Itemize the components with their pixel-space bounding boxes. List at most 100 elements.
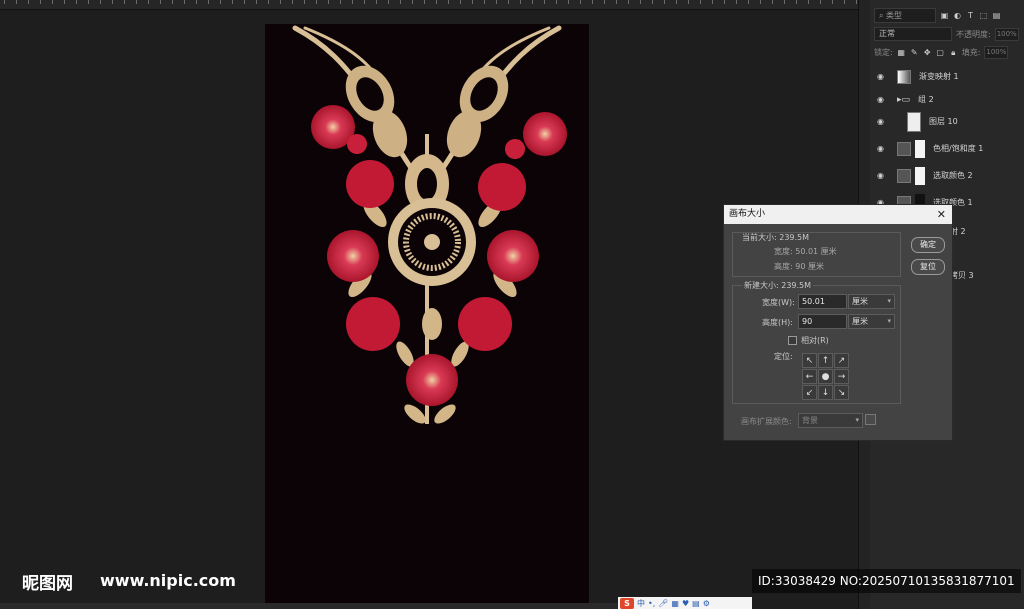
status-bar — [0, 603, 620, 609]
chevron-down-icon: ▾ — [887, 297, 891, 305]
keyboard-icon[interactable]: ▦ — [671, 599, 679, 608]
ext-color-value: 背景 — [802, 416, 818, 425]
ruler-tick — [844, 0, 845, 4]
punctuation-icon[interactable]: •, — [648, 599, 655, 608]
anchor-top-left[interactable]: ↖ — [802, 353, 817, 368]
height-unit-select[interactable]: 厘米 ▾ — [848, 314, 895, 329]
layer-name: 拷贝 3 — [950, 271, 974, 280]
anchor-bottom-right[interactable]: ↘ — [834, 385, 849, 400]
ruler-tick — [496, 0, 497, 4]
lock-all-icon[interactable]: 🔒︎ — [949, 48, 958, 57]
ruler-tick — [772, 0, 773, 4]
width-input[interactable]: 50.01 — [798, 294, 847, 309]
skin-icon[interactable]: ♥ — [682, 599, 689, 608]
ruler-tick — [4, 0, 5, 4]
ruler-tick — [64, 0, 65, 4]
height-unit: 厘米 — [852, 317, 868, 326]
anchor-left[interactable]: ← — [802, 369, 817, 384]
document-canvas[interactable] — [265, 24, 589, 609]
ok-button[interactable]: 确定 — [911, 237, 945, 253]
eye-icon[interactable]: ◉ — [877, 171, 887, 180]
layer-row[interactable]: ◉ 色相/饱和度 1 — [870, 135, 1024, 162]
anchor-bottom-left[interactable]: ↙ — [802, 385, 817, 400]
dialog-title: 画布大小 — [729, 209, 766, 219]
ruler-tick — [580, 0, 581, 4]
search-icon: ⌕ — [879, 10, 884, 20]
layer-filter-select[interactable]: ⌕ 类型 — [874, 7, 936, 23]
ruler-tick — [412, 0, 413, 4]
settings-icon[interactable]: ⚙ — [703, 599, 710, 608]
close-icon[interactable]: ✕ — [937, 205, 946, 224]
eye-icon[interactable]: ◉ — [877, 117, 887, 126]
dialog-titlebar: 画布大小 ✕ — [724, 205, 952, 224]
opacity-field[interactable]: 100% — [994, 27, 1019, 41]
smart-object-filter-icon[interactable]: ▤ — [992, 11, 1001, 20]
ruler-tick — [424, 0, 425, 4]
ruler-tick — [364, 0, 365, 4]
ruler-tick — [268, 0, 269, 4]
current-size-label: 当前大小: 239.5M — [742, 233, 810, 242]
layer-name: 选取颜色 2 — [933, 171, 973, 180]
adjustment-filter-icon[interactable]: ◐ — [953, 11, 962, 20]
layer-name: 组 2 — [918, 95, 934, 104]
ruler-tick — [376, 0, 377, 4]
lock-transparent-icon[interactable]: ▦ — [897, 48, 906, 57]
anchor-label: 定位: — [774, 352, 793, 361]
current-width: 宽度: 50.01 厘米 — [774, 247, 837, 256]
embroidery-artwork — [292, 25, 567, 424]
ruler-tick — [520, 0, 521, 4]
ruler-tick — [280, 0, 281, 4]
blend-mode-select[interactable]: 正常 — [874, 27, 952, 41]
layer-name: 色相/饱和度 1 — [933, 144, 984, 153]
layer-mask-thumbnail — [915, 166, 925, 185]
ruler-tick — [112, 0, 113, 4]
lock-position-icon[interactable]: ✥ — [923, 48, 932, 57]
anchor-top[interactable]: ↑ — [818, 353, 833, 368]
ruler-tick — [568, 0, 569, 4]
ruler-tick — [232, 0, 233, 4]
anchor-center[interactable]: ● — [818, 369, 833, 384]
reset-button[interactable]: 复位 — [911, 259, 945, 275]
ext-color-select[interactable]: 背景 ▾ — [798, 413, 863, 428]
ruler-tick — [388, 0, 389, 4]
ruler-tick — [136, 0, 137, 4]
watermark-logo: 昵图网 — [22, 574, 73, 594]
type-filter-icon[interactable]: T — [966, 11, 975, 20]
eye-icon[interactable]: ◉ — [877, 95, 887, 104]
height-input[interactable]: 90 — [798, 314, 847, 329]
blend-row: 正常 不透明度: 100% — [874, 25, 1019, 43]
ime-mode-toggle[interactable]: 中 — [637, 598, 645, 609]
fill-field[interactable]: 100% — [984, 45, 1009, 59]
eye-icon[interactable]: ◉ — [877, 144, 887, 153]
eye-icon[interactable]: ◉ — [877, 72, 887, 81]
ruler-tick — [796, 0, 797, 4]
ruler-tick — [724, 0, 725, 4]
lock-row: 锁定: ▦ ✎ ✥ ▢ 🔒︎ 填充: 100% — [874, 43, 1009, 61]
ruler-tick — [676, 0, 677, 4]
toolbox-icon[interactable]: ▤ — [692, 599, 700, 608]
ext-color-swatch[interactable] — [865, 414, 876, 425]
anchor-right[interactable]: → — [834, 369, 849, 384]
lock-image-icon[interactable]: ✎ — [910, 48, 919, 57]
lock-artboard-icon[interactable]: ▢ — [936, 48, 945, 57]
ruler-tick — [628, 0, 629, 4]
ruler-tick — [100, 0, 101, 4]
anchor-bottom[interactable]: ↓ — [818, 385, 833, 400]
ruler-tick — [652, 0, 653, 4]
relative-label: 相对(R) — [801, 336, 829, 345]
ruler-tick — [328, 0, 329, 4]
ruler-tick — [256, 0, 257, 4]
ruler-tick — [700, 0, 701, 4]
layer-thumbnail — [897, 69, 911, 84]
ruler-tick — [292, 0, 293, 4]
shape-filter-icon[interactable]: ⬚ — [979, 11, 988, 20]
layer-row[interactable]: ◉ 图层 10 — [870, 108, 1024, 135]
ruler-tick — [736, 0, 737, 4]
relative-checkbox[interactable] — [788, 336, 797, 345]
width-unit-select[interactable]: 厘米 ▾ — [848, 294, 895, 309]
layer-row[interactable]: ◉ 选取颜色 2 — [870, 162, 1024, 189]
pixel-filter-icon[interactable]: ▣ — [940, 11, 949, 20]
ime-logo-icon[interactable]: S — [620, 597, 634, 609]
anchor-top-right[interactable]: ↗ — [834, 353, 849, 368]
microphone-icon[interactable]: 🎤︎ — [658, 599, 668, 608]
